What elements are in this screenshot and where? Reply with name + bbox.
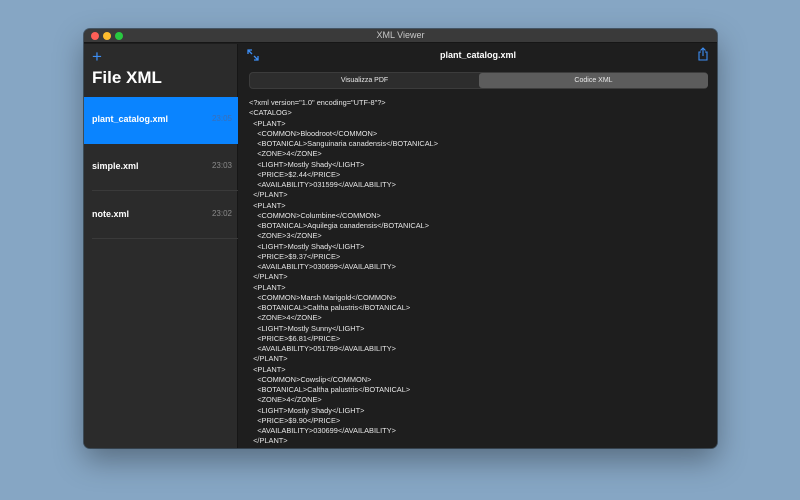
file-name: note.xml	[92, 209, 130, 219]
code-line: <PRICE>$2.44</PRICE>	[249, 169, 341, 179]
code-line: <ZONE>4</ZONE>	[249, 395, 322, 405]
code-line: <CATALOG>	[249, 108, 292, 118]
code-line: <?xml version="1.0" encoding="UTF-8"?>	[249, 98, 386, 107]
document-title: plant_catalog.xml	[439, 50, 517, 60]
file-name: simple.xml	[92, 161, 139, 171]
code-line: </PLANT>	[249, 354, 288, 364]
xml-code-view[interactable]: <?xml version="1.0" encoding="UTF-8"?> <C…	[249, 98, 709, 448]
code-line: <PLANT>	[249, 364, 286, 374]
code-line: <COMMON>Bloodroot</COMMON>	[249, 128, 378, 138]
code-line: <COMMON>Columbine</COMMON>	[249, 210, 381, 220]
code-line: <LIGHT>Mostly Sunny</LIGHT>	[249, 323, 365, 333]
code-line: <ZONE>4</ZONE>	[249, 149, 322, 159]
file-time: 23:02	[211, 209, 232, 218]
code-line: <LIGHT>Mostly Shady</LIGHT>	[249, 241, 365, 251]
code-line: <ZONE>3</ZONE>	[249, 231, 322, 241]
code-line: <AVAILABILITY>030699</AVAILABILITY>	[249, 262, 396, 271]
code-line: <AVAILABILITY>031599</AVAILABILITY>	[249, 180, 396, 189]
code-line: <PRICE>$9.90</PRICE>	[249, 415, 341, 425]
sidebar-title: File XML	[92, 68, 162, 87]
code-line: <AVAILABILITY>030699</AVAILABILITY>	[249, 426, 396, 435]
sidebar: + File XML plant_catalog.xml 23:05 simpl…	[84, 44, 238, 448]
detail-pane: plant_catalog.xml Visualizza PDF Codice …	[239, 44, 717, 448]
share-icon[interactable]	[697, 47, 709, 61]
view-mode-segmented-control[interactable]: Visualizza PDF Codice XML	[249, 72, 708, 89]
code-line: <BOTANICAL>Caltha palustris</BOTANICAL>	[249, 303, 411, 312]
code-line: <AVAILABILITY>051799</AVAILABILITY>	[249, 344, 396, 353]
file-time: 23:05	[211, 114, 232, 123]
code-line: <PLANT>	[249, 282, 286, 292]
file-name: plant_catalog.xml	[92, 114, 169, 124]
code-line: <PLANT>	[249, 200, 286, 210]
code-line: <PRICE>$9.37</PRICE>	[249, 251, 341, 261]
file-list-item[interactable]: simple.xml 23:03	[84, 144, 238, 191]
code-line: <PRICE>$6.81</PRICE>	[249, 333, 341, 343]
file-list-item[interactable]: plant_catalog.xml 23:05	[84, 97, 238, 144]
file-time: 23:03	[211, 161, 232, 170]
code-line: <LIGHT>Mostly Shady</LIGHT>	[249, 405, 365, 415]
code-line: <BOTANICAL>Aquilegia canadensis</BOTANIC…	[249, 221, 430, 230]
tab-codice-xml[interactable]: Codice XML	[479, 73, 708, 88]
divider	[92, 190, 238, 191]
app-window: XML Viewer + File XML plant_catalog.xml …	[84, 29, 717, 448]
plus-icon[interactable]: +	[92, 48, 102, 65]
code-line: <LIGHT>Mostly Shady</LIGHT>	[249, 159, 365, 169]
divider	[92, 238, 238, 239]
tab-visualizza-pdf[interactable]: Visualizza PDF	[250, 73, 479, 88]
window-title: XML Viewer	[376, 30, 425, 40]
code-line: <COMMON>Cowslip</COMMON>	[249, 374, 372, 384]
code-line: <PLANT>	[249, 118, 286, 128]
code-line: </PLANT>	[249, 190, 288, 200]
code-line: <BOTANICAL>Caltha palustris</BOTANICAL>	[249, 385, 411, 394]
code-line: </PLANT>	[249, 436, 288, 446]
code-line: </PLANT>	[249, 272, 288, 282]
title-bar[interactable]: XML Viewer	[84, 29, 717, 43]
code-line: <COMMON>Marsh Marigold</COMMON>	[249, 292, 397, 302]
code-line: <BOTANICAL>Sanguinaria canadensis</BOTAN…	[249, 139, 439, 148]
file-list-item[interactable]: note.xml 23:02	[84, 192, 238, 239]
code-line: <ZONE>4</ZONE>	[249, 313, 322, 323]
